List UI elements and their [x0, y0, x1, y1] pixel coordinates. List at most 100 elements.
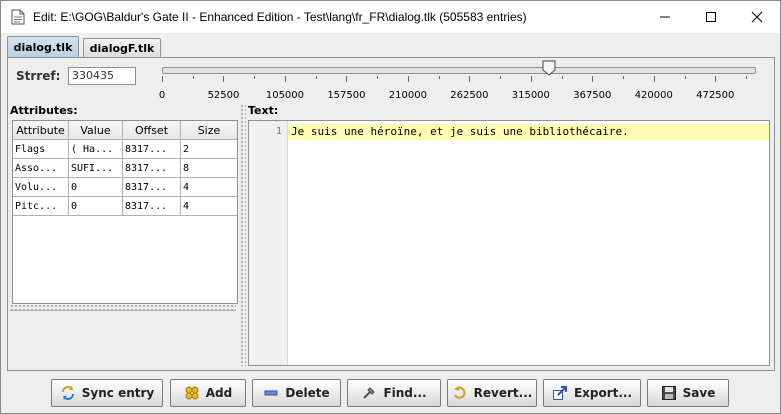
button-label: Sync entry	[81, 386, 155, 400]
tab-strip: dialog.tlk dialogF.tlk	[7, 36, 775, 58]
slider-minor-tick	[438, 76, 440, 79]
cell-size: 8	[183, 162, 190, 174]
column-header-offset[interactable]: Offset	[123, 121, 181, 139]
slider-tick-label: 472500	[696, 90, 735, 101]
button-label: Add	[205, 386, 233, 400]
slider-major-tick	[223, 76, 225, 82]
slider-tick-label: 52500	[207, 90, 240, 101]
button-label: Revert...	[473, 386, 533, 400]
slider-minor-tick	[377, 76, 379, 79]
slider-tick-label: 262500	[450, 90, 489, 101]
close-button[interactable]	[734, 1, 780, 33]
attributes-detail-panel	[10, 310, 236, 367]
column-header-value[interactable]: Value	[69, 121, 123, 139]
strref-slider[interactable]	[162, 67, 756, 74]
sync-icon	[61, 386, 74, 400]
slider-minor-tick	[684, 76, 686, 79]
slider-major-tick	[653, 76, 655, 82]
tab-label: dialogF.tlk	[89, 42, 155, 55]
revert-button[interactable]: Revert...	[447, 379, 537, 407]
export-button[interactable]: Export...	[543, 379, 641, 407]
slider-major-tick	[407, 76, 409, 82]
slider-major-tick	[346, 76, 348, 82]
tab-label: dialog.tlk	[13, 41, 73, 54]
sync-entry-button[interactable]: Sync entry	[51, 379, 163, 407]
slider-minor-tick	[500, 76, 502, 79]
text-title: Text:	[248, 104, 279, 117]
export-icon	[552, 386, 567, 400]
find-icon	[363, 387, 376, 399]
cell-attribute: Flags	[13, 140, 69, 158]
slider-major-tick	[715, 76, 717, 82]
line-number: 1	[275, 126, 282, 137]
cell-offset: 8317...	[123, 178, 181, 196]
text-editor[interactable]: 1 Je suis une héroïne, et je suis une bi…	[248, 120, 770, 366]
revert-icon	[453, 386, 466, 399]
button-label: Export...	[573, 386, 633, 400]
save-icon	[661, 386, 676, 400]
text-content[interactable]: Je suis une héroïne, et je suis une bibl…	[291, 125, 629, 138]
slider-major-tick	[530, 76, 532, 82]
slider-major-tick	[284, 76, 286, 82]
slider-tick-label: 367500	[573, 90, 612, 101]
cell-size: 2	[183, 143, 190, 155]
table-row[interactable]: Pitc... 0 8317... 4	[13, 197, 237, 216]
attributes-title: Attributes:	[10, 104, 78, 117]
slider-minor-tick	[315, 76, 317, 79]
cell-value: 0	[69, 197, 123, 215]
title-bar[interactable]: Edit: E:\GOG\Baldur's Gate II - Enhanced…	[1, 1, 780, 33]
attributes-table[interactable]: Attribute Value Offset Size Flags ( Ha..…	[12, 120, 238, 304]
cell-value: 0	[69, 178, 123, 196]
cell-value: ( Ha...	[69, 140, 123, 158]
maximize-icon	[706, 12, 716, 22]
save-button[interactable]: Save	[647, 379, 729, 407]
table-row[interactable]: Asso... SUFI... 8317... 8	[13, 159, 237, 178]
strref-input[interactable]: 330435	[68, 67, 136, 85]
slider-tick-label: 105000	[265, 90, 305, 101]
window-title: Edit: E:\GOG\Baldur's Gate II - Enhanced…	[33, 10, 527, 24]
slider-minor-tick	[561, 76, 563, 79]
slider-tick-label: 315000	[511, 90, 550, 101]
document-icon	[11, 9, 25, 25]
cell-size: 4	[183, 181, 190, 193]
slider-minor-tick	[745, 76, 747, 79]
tab-panel: Strref: 330435 0 52500 105000 157500 210000 2…	[7, 57, 775, 371]
vertical-split-divider[interactable]	[240, 104, 246, 366]
table-row[interactable]: Volu... 0 8317... 4	[13, 178, 237, 197]
slider-minor-tick	[192, 76, 194, 79]
cell-size: 4	[183, 200, 190, 212]
column-header-size[interactable]: Size	[181, 121, 237, 139]
delete-button[interactable]: Delete	[252, 379, 341, 407]
cell-offset: 8317...	[123, 197, 181, 215]
slider-major-tick	[469, 76, 471, 82]
slider-tick-label: 0	[158, 90, 166, 101]
slider-tick-label: 210000	[388, 90, 427, 101]
delete-icon	[264, 390, 278, 396]
strref-label: Strref:	[16, 69, 61, 83]
cell-value: SUFI...	[69, 159, 123, 177]
cell-offset: 8317...	[123, 159, 181, 177]
slider-tick-label: 157500	[327, 90, 366, 101]
minimize-button[interactable]	[642, 1, 688, 33]
maximize-button[interactable]	[688, 1, 734, 33]
tab-dialog-tlk[interactable]: dialog.tlk	[7, 36, 79, 58]
cell-attribute: Volu...	[13, 178, 69, 196]
line-number-gutter: 1	[249, 121, 288, 365]
editor-window: Edit: E:\GOG\Baldur's Gate II - Enhanced…	[0, 0, 781, 414]
minimize-icon	[660, 16, 670, 18]
button-label: Delete	[285, 386, 330, 400]
close-icon	[751, 11, 763, 23]
table-header: Attribute Value Offset Size	[13, 121, 237, 140]
slider-minor-tick	[254, 76, 256, 79]
add-icon	[185, 386, 199, 400]
slider-minor-tick	[623, 76, 625, 79]
cell-attribute: Pitc...	[13, 197, 69, 215]
add-button[interactable]: Add	[170, 379, 246, 407]
text-pane: Text: 1 Je suis une héroïne, et je suis …	[248, 104, 770, 366]
slider-thumb[interactable]	[542, 60, 556, 76]
column-header-attribute[interactable]: Attribute	[13, 121, 69, 139]
slider-major-tick	[162, 76, 163, 82]
tab-dialogf-tlk[interactable]: dialogF.tlk	[83, 38, 161, 58]
find-button[interactable]: Find...	[347, 379, 441, 407]
table-row[interactable]: Flags ( Ha... 8317... 2	[13, 140, 237, 159]
